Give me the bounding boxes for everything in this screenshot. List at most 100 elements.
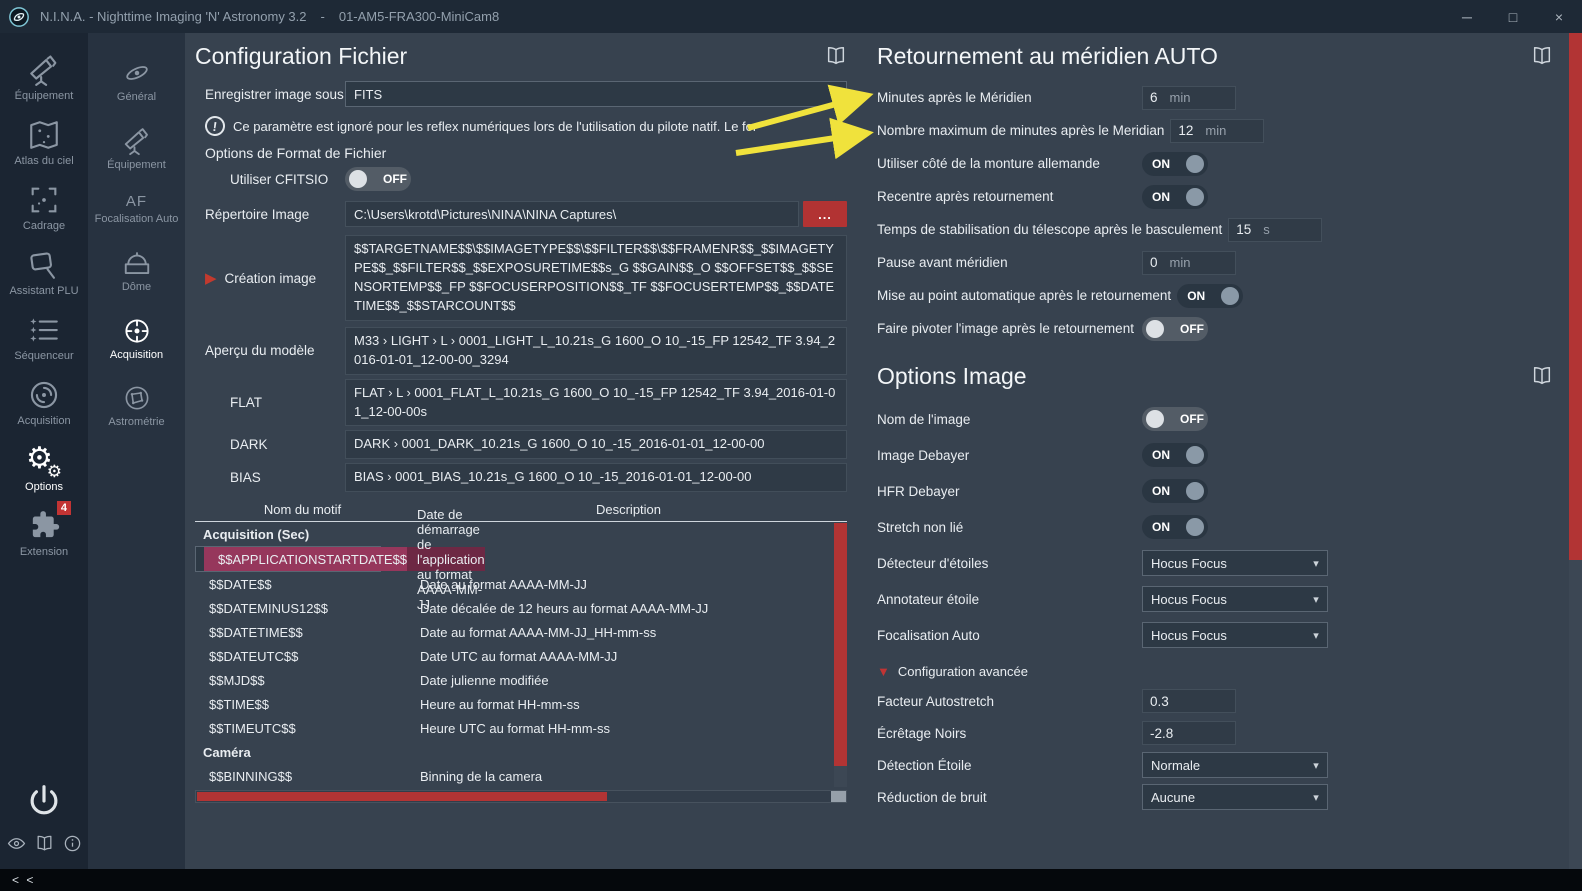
meridian-options-panel: Retournement au méridien AUTO Minutes ap… [877, 39, 1553, 813]
chevron-down-icon: ▾ [1313, 593, 1319, 606]
subnav-item-equipment[interactable]: Équipement [88, 115, 185, 183]
subnav-item-general[interactable]: Général [88, 47, 185, 115]
dark-preview-row: DARK DARK › 0001_DARK_10.21s_G 1600_O 10… [195, 430, 847, 460]
table-vertical-scrollbar[interactable] [834, 523, 847, 788]
star-annotator-select[interactable]: Hocus Focus ▾ [1142, 586, 1328, 612]
gem-side-toggle[interactable]: ON [1142, 151, 1208, 176]
table-row[interactable]: $$TIME$$ Heure au format HH-mm-ss [195, 692, 834, 716]
gem-side-row: Utiliser côté de la monture allemande ON [877, 147, 1553, 180]
subnav-item-dome[interactable]: Dôme [88, 237, 185, 305]
chevron-down-icon: ▾ [1313, 759, 1319, 772]
scrollbar-thumb[interactable] [1569, 33, 1582, 560]
sidebar-item-flat-wizard[interactable]: Assistant PLU [0, 240, 88, 305]
page-vertical-scrollbar[interactable] [1569, 33, 1582, 869]
toggle-knob [1146, 319, 1164, 338]
table-row[interactable]: $$DATETIME$$ Date au format AAAA-MM-JJ_H… [195, 620, 834, 644]
table-horizontal-scrollbar[interactable] [195, 790, 847, 804]
sidebar-item-imaging[interactable]: Acquisition [0, 370, 88, 435]
advanced-config-expander[interactable]: ▼ Configuration avancée [877, 657, 1553, 685]
toggle-knob [1186, 154, 1204, 173]
max-minutes-after-meridian-input[interactable]: 12 min [1170, 118, 1265, 143]
table-row[interactable]: $$BINNING$$ Binning de la camera [195, 764, 834, 788]
chevron-down-icon: ▾ [1313, 557, 1319, 570]
dome-icon [124, 252, 149, 274]
about-info-icon[interactable] [63, 834, 82, 853]
dark-label: DARK [230, 437, 268, 453]
power-button[interactable] [25, 782, 63, 820]
recenter-toggle[interactable]: ON [1142, 184, 1208, 209]
table-row[interactable]: $$DATEUTC$$ Date UTC au format AAAA-MM-J… [195, 644, 834, 668]
sidebar-item-plugins[interactable]: 4 Extension [0, 500, 88, 566]
minutes-after-meridian-row: Minutes après le Méridien 6 min [877, 81, 1553, 114]
sky-atlas-icon [30, 121, 58, 149]
table-row[interactable]: $$DATEMINUS12$$ Date décalée de 12 heurs… [195, 596, 834, 620]
toggle-knob [1146, 410, 1164, 428]
imaging-galaxy-icon [30, 382, 58, 409]
table-body: Acquisition (Sec) $$APPLICATIONSTARTDATE… [195, 507, 847, 788]
pause-before-meridian-input[interactable]: 0 min [1142, 250, 1236, 275]
subnav-item-autofocus[interactable]: AF Focalisation Auto [88, 182, 185, 237]
autofocus-engine-row: Focalisation Auto Hocus Focus ▾ [877, 617, 1553, 653]
help-book-icon[interactable] [825, 45, 847, 67]
bias-label: BIAS [230, 470, 261, 486]
table-header: Nom du motif Description [195, 498, 847, 523]
sidebar-item-framing[interactable]: Cadrage [0, 175, 88, 240]
noise-reduction-row: Réduction de bruit Aucune ▾ [877, 781, 1553, 813]
profiles-eye-icon[interactable] [7, 834, 26, 853]
unlinked-stretch-toggle[interactable]: ON [1142, 515, 1208, 539]
file-pattern-input[interactable]: $$TARGETNAME$$\$$IMAGETYPE$$\$$FILTER$$\… [345, 235, 847, 321]
cfitsio-toggle[interactable]: OFF [345, 167, 411, 191]
minimize-button[interactable]: ─ [1444, 0, 1490, 33]
af-icon: AF [125, 193, 148, 211]
sidebar-item-options[interactable]: ⚙ ⚙ Options [0, 436, 88, 501]
galaxy-icon [125, 66, 148, 80]
warning-icon: ! [203, 114, 227, 138]
subnav-item-astrometry[interactable]: Astrométrie [88, 372, 185, 440]
help-book-icon[interactable] [1531, 365, 1553, 387]
help-book-icon[interactable] [1531, 45, 1553, 67]
autostretch-factor-input[interactable]: 0.3 [1142, 689, 1236, 713]
image-name-toggle[interactable]: OFF [1142, 407, 1208, 431]
collapse-sidebar-button[interactable]: < < [12, 873, 35, 887]
toggle-knob [1186, 187, 1204, 206]
autofocus-engine-select[interactable]: Hocus Focus ▾ [1142, 622, 1328, 648]
toggle-knob [1186, 482, 1204, 500]
rotate-image-toggle[interactable]: OFF [1142, 316, 1208, 341]
scrollbar-thumb[interactable] [834, 523, 847, 766]
black-clipping-input[interactable]: -2.8 [1142, 721, 1236, 745]
close-button[interactable]: × [1536, 0, 1582, 33]
settle-time-input[interactable]: 15 s [1228, 217, 1323, 242]
star-detector-select[interactable]: Hocus Focus ▾ [1142, 550, 1328, 576]
maximize-button[interactable]: □ [1490, 0, 1536, 33]
star-sensitivity-select[interactable]: Normale ▾ [1142, 752, 1328, 778]
minutes-after-meridian-input[interactable]: 6 min [1142, 85, 1236, 110]
plugin-count-badge: 4 [56, 500, 71, 515]
browse-button[interactable]: ... [803, 201, 847, 227]
rotate-image-row: Faire pivoter l'image après le retournem… [877, 312, 1553, 345]
autofocus-after-flip-row: Mise au point automatique après le retou… [877, 279, 1553, 312]
hfr-debayer-toggle[interactable]: ON [1142, 479, 1208, 503]
chevron-down-icon: ▾ [832, 88, 838, 101]
table-row[interactable]: $$TIMEUTC$$ Heure UTC au format HH-mm-ss [195, 716, 834, 740]
image-directory-row: Répertoire Image C:\Users\krotd\Pictures… [195, 201, 847, 227]
sidebar-item-equipment[interactable]: Équipement [0, 45, 88, 110]
table-row[interactable]: $$MJD$$ Date julienne modifiée [195, 668, 834, 692]
table-row[interactable]: $$DATE$$ Date au format AAAA-MM-JJ [195, 572, 834, 596]
table-row-selected[interactable]: $$APPLICATIONSTARTDATE$$ Date de démarra… [195, 507, 485, 612]
format-warning: ! Ce paramètre est ignoré pour les refle… [195, 113, 847, 139]
noise-reduction-select[interactable]: Aucune ▾ [1142, 784, 1328, 810]
documentation-book-icon[interactable] [35, 834, 54, 853]
unlinked-stretch-row: Stretch non lié ON [877, 509, 1553, 545]
autofocus-after-flip-toggle[interactable]: ON [1177, 283, 1244, 308]
subnav-item-imaging[interactable]: Acquisition [88, 305, 185, 373]
debayer-toggle[interactable]: ON [1142, 443, 1208, 467]
image-directory-input[interactable]: C:\Users\krotd\Pictures\NINA\NINA Captur… [345, 201, 799, 227]
pattern-token-table: Nom du motif Description Acquisition (Se… [195, 498, 847, 788]
scrollbar-thumb[interactable] [197, 792, 607, 802]
options-subnav: Général Équipement AF Focalisation Auto … [88, 33, 185, 869]
save-format-select[interactable]: FITS ▾ [345, 81, 847, 107]
power-icon [30, 785, 58, 815]
sidebar-item-sequencer[interactable]: Séquenceur [0, 305, 88, 370]
sidebar-item-sky-atlas[interactable]: Atlas du ciel [0, 110, 88, 175]
save-format-row: Enregistrer image sous FITS ▾ [195, 81, 847, 107]
